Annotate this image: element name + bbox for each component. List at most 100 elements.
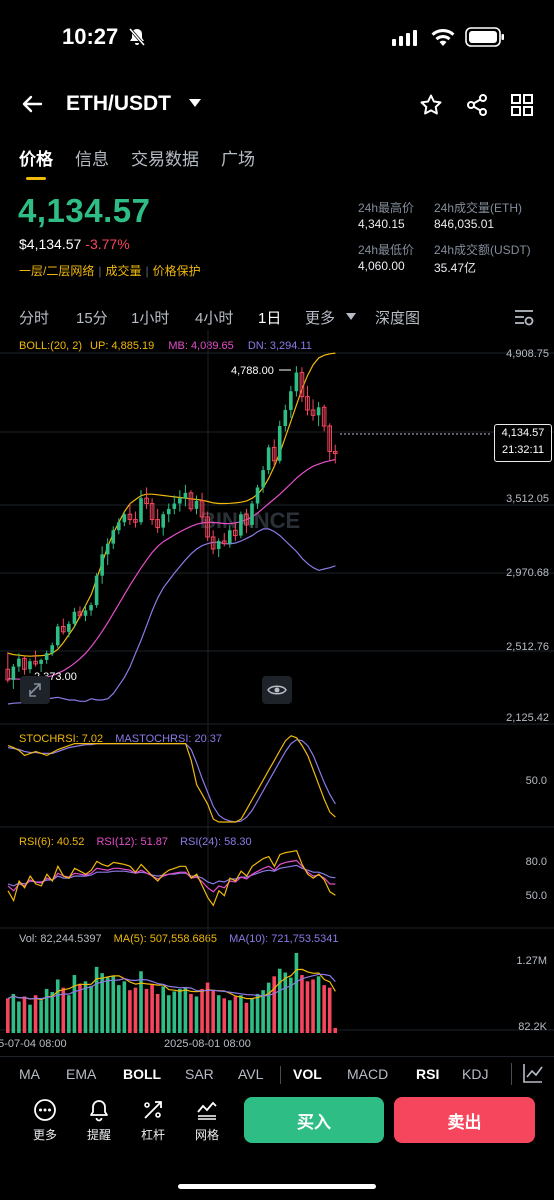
candle-countdown: 21:32:11 [501, 444, 544, 456]
candle-body [39, 659, 43, 664]
stat-vol-eth-label: 24h成交量(ETH) [434, 201, 523, 215]
tab-underline [26, 177, 46, 180]
star-icon[interactable] [419, 93, 443, 117]
date-label-1: 25-07-04 08:00 [0, 1038, 67, 1050]
tag-volume[interactable]: 成交量 [105, 264, 141, 278]
caret-down-icon[interactable] [189, 98, 201, 108]
more-icon[interactable] [33, 1098, 57, 1122]
expand-icon [29, 683, 41, 697]
stat-low-label: 24h最低价 [358, 243, 415, 257]
current-price-label: 4,134.57 [501, 427, 545, 439]
candle-body [94, 575, 99, 606]
rsi-lines [7, 850, 336, 907]
share-icon[interactable] [465, 93, 489, 117]
bell-icon[interactable] [87, 1098, 111, 1122]
stat-vol-usdt-label: 24h成交额(USDT) [434, 243, 531, 257]
volume-bar [300, 975, 304, 1033]
grid-trading-icon[interactable] [195, 1098, 219, 1122]
tf-line[interactable]: 分时 [19, 307, 49, 328]
volume-bar [122, 981, 127, 1033]
stat-vol-usdt: 35.47亿 [434, 261, 477, 275]
tag-separator: | [145, 264, 149, 278]
price-axis-label: 3,512.05 [506, 493, 549, 505]
date-label-2: 2025-08-01 08:00 [164, 1038, 251, 1050]
expand-button[interactable] [20, 676, 50, 704]
action-leverage-label[interactable]: 杠杆 [133, 1126, 173, 1143]
indicator-chart-icon[interactable] [522, 1062, 544, 1084]
tf-depth[interactable]: 深度图 [375, 307, 420, 328]
volume-bar [67, 995, 71, 1033]
ind-tab-vol[interactable]: VOL [293, 1066, 322, 1082]
tab-price[interactable]: 价格 [19, 145, 53, 170]
candle-body [255, 487, 260, 504]
vol-axis-label: 1.27M [516, 955, 547, 967]
chart-settings-icon[interactable] [513, 307, 535, 327]
volume-bars [6, 953, 338, 1033]
volume-bar [211, 990, 215, 1033]
stochrsi-line [7, 735, 336, 823]
stat-low: 4,060.00 [358, 259, 405, 273]
candle-body [105, 543, 110, 555]
tf-4h[interactable]: 4小时 [195, 307, 233, 328]
sell-button[interactable]: 卖出 [394, 1097, 535, 1143]
volume-bar [117, 985, 121, 1033]
stochrsi-lines [7, 735, 336, 823]
tag-separator: | [98, 264, 102, 278]
rsi-axis-label: 80.0 [526, 856, 547, 868]
candle-body [183, 492, 188, 499]
candle-body [89, 605, 93, 611]
volume-bar [228, 1000, 232, 1033]
volume-bar [183, 987, 188, 1033]
tab-info[interactable]: 信息 [75, 145, 109, 170]
price-usd: $4,134.57 [19, 236, 82, 252]
pair-title[interactable]: ETH/USDT [66, 92, 171, 116]
candle-body [17, 658, 21, 667]
ind-tab-sar[interactable]: SAR [185, 1066, 214, 1082]
candle-body [100, 554, 104, 576]
tag-layer-network[interactable]: 一层/二层网络 [19, 264, 94, 278]
volume-bar [250, 998, 254, 1033]
tf-1h[interactable]: 1小时 [131, 307, 169, 328]
action-alert-label[interactable]: 提醒 [79, 1126, 119, 1143]
volume-bar [272, 976, 276, 1033]
action-grid-label[interactable]: 网格 [187, 1126, 227, 1143]
volume-bar [72, 975, 77, 1033]
candle-body [283, 409, 288, 427]
candle-body [83, 610, 88, 616]
action-more-label[interactable]: 更多 [25, 1126, 65, 1143]
candle-body [122, 514, 127, 523]
tf-more[interactable]: 更多 [305, 307, 335, 328]
leverage-icon[interactable] [141, 1098, 165, 1122]
volume-bar [200, 988, 204, 1033]
candle-body [117, 522, 121, 531]
tf-1d[interactable]: 1日 [258, 307, 281, 328]
more-caret-icon[interactable] [346, 313, 356, 321]
candle-body [67, 623, 71, 632]
ind-tab-ma[interactable]: MA [19, 1066, 40, 1082]
buy-button[interactable]: 买入 [244, 1097, 384, 1143]
volume-bar [22, 996, 27, 1033]
tag-price-protection[interactable]: 价格保护 [153, 264, 201, 278]
back-arrow-icon[interactable] [20, 92, 44, 116]
mastochrsi-line [7, 739, 336, 823]
tab-square[interactable]: 广场 [221, 145, 255, 170]
tab-trading-data[interactable]: 交易数据 [131, 145, 199, 170]
ind-tab-ema[interactable]: EMA [66, 1066, 96, 1082]
eye-icon [267, 685, 287, 695]
ind-tab-macd[interactable]: MACD [347, 1066, 388, 1082]
price-axis-label: 2,970.68 [506, 567, 549, 579]
candle-body [161, 514, 165, 528]
bell-muted-icon [128, 28, 146, 46]
visibility-button[interactable] [262, 676, 292, 704]
volume-bar [166, 995, 171, 1033]
tab-divider [280, 1066, 281, 1084]
home-indicator [178, 1184, 376, 1189]
grid-layout-icon[interactable] [510, 93, 534, 117]
price-axis-label: 2,512.76 [506, 641, 549, 653]
volume-bar [266, 982, 271, 1033]
ind-tab-rsi[interactable]: RSI [416, 1066, 439, 1082]
ind-tab-kdj[interactable]: KDJ [462, 1066, 488, 1082]
ind-tab-avl[interactable]: AVL [238, 1066, 263, 1082]
ind-tab-boll[interactable]: BOLL [123, 1066, 161, 1082]
tf-15m[interactable]: 15分 [76, 307, 108, 328]
